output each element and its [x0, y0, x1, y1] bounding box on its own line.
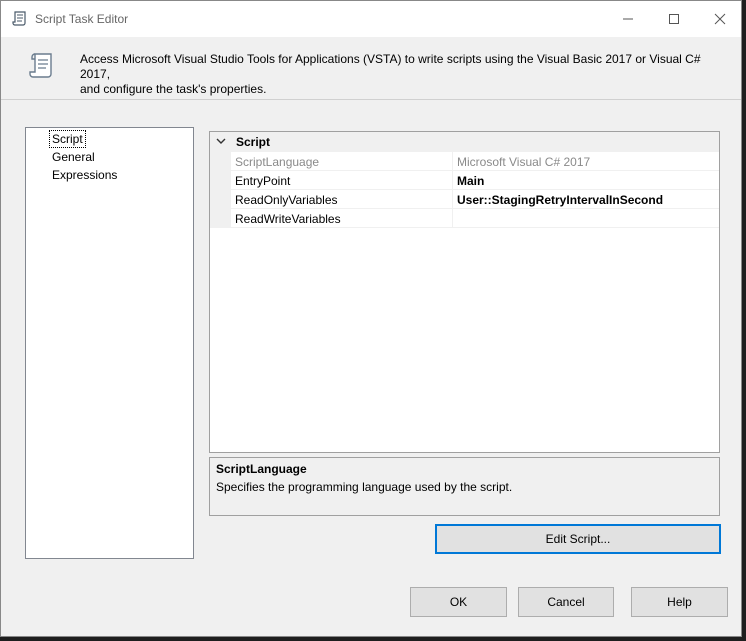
row-gutter: [210, 152, 231, 171]
property-name: EntryPoint: [235, 174, 291, 188]
category-label: Script: [236, 135, 271, 149]
chevron-down-icon[interactable]: [216, 136, 226, 146]
script-scroll-icon: [29, 53, 52, 78]
property-row-entrypoint[interactable]: EntryPoint Main: [210, 171, 719, 190]
column-divider: [452, 171, 453, 190]
dialog-header: Access Microsoft Visual Studio Tools for…: [1, 37, 741, 99]
help-button[interactable]: Help: [631, 587, 728, 617]
maximize-icon: [669, 14, 679, 24]
header-description-line2: and configure the task's properties.: [80, 82, 267, 96]
column-divider: [452, 209, 453, 228]
property-name: ScriptLanguage: [235, 155, 320, 169]
window-title: Script Task Editor: [35, 12, 129, 26]
header-description-line1: Access Microsoft Visual Studio Tools for…: [80, 52, 701, 81]
property-name: ReadOnlyVariables: [235, 193, 338, 207]
title-bar[interactable]: Script Task Editor: [1, 1, 741, 37]
category-row-script[interactable]: Script: [210, 132, 719, 152]
property-row-scriptlanguage[interactable]: ScriptLanguage Microsoft Visual C# 2017: [210, 152, 719, 171]
property-value[interactable]: User::StagingRetryIntervalInSecond: [457, 193, 663, 207]
property-description-panel: ScriptLanguage Specifies the programming…: [209, 457, 720, 516]
page-nav-list: Script General Expressions: [25, 127, 194, 559]
minimize-button[interactable]: [605, 1, 651, 37]
description-text: Specifies the programming language used …: [216, 480, 513, 494]
script-scroll-icon: [12, 11, 26, 26]
header-description: Access Microsoft Visual Studio Tools for…: [80, 52, 730, 97]
property-value[interactable]: Main: [457, 174, 484, 188]
cancel-button[interactable]: Cancel: [518, 587, 614, 617]
property-row-readwritevariables[interactable]: ReadWriteVariables: [210, 209, 719, 228]
row-gutter: [210, 171, 231, 190]
row-line: [231, 227, 719, 228]
nav-item-script[interactable]: Script: [49, 130, 86, 148]
property-grid: Script ScriptLanguage Microsoft Visual C…: [209, 131, 720, 453]
nav-item-expressions[interactable]: Expressions: [50, 167, 119, 183]
header-divider: [1, 99, 741, 100]
edit-script-button[interactable]: Edit Script...: [435, 524, 721, 554]
property-name: ReadWriteVariables: [235, 212, 341, 226]
column-divider: [452, 152, 453, 171]
row-gutter: [210, 209, 231, 228]
script-task-editor-window: Script Task Editor Access Microsoft Visu…: [0, 0, 742, 637]
property-value: Microsoft Visual C# 2017: [457, 155, 591, 169]
maximize-button[interactable]: [651, 1, 697, 37]
minimize-icon: [623, 18, 633, 20]
ok-button[interactable]: OK: [410, 587, 507, 617]
column-divider: [452, 190, 453, 209]
close-icon: [714, 13, 726, 25]
nav-item-general[interactable]: General: [50, 149, 97, 165]
property-row-readonlyvariables[interactable]: ReadOnlyVariables User::StagingRetryInte…: [210, 190, 719, 209]
description-title: ScriptLanguage: [216, 462, 307, 476]
close-button[interactable]: [697, 1, 743, 37]
row-gutter: [210, 190, 231, 209]
